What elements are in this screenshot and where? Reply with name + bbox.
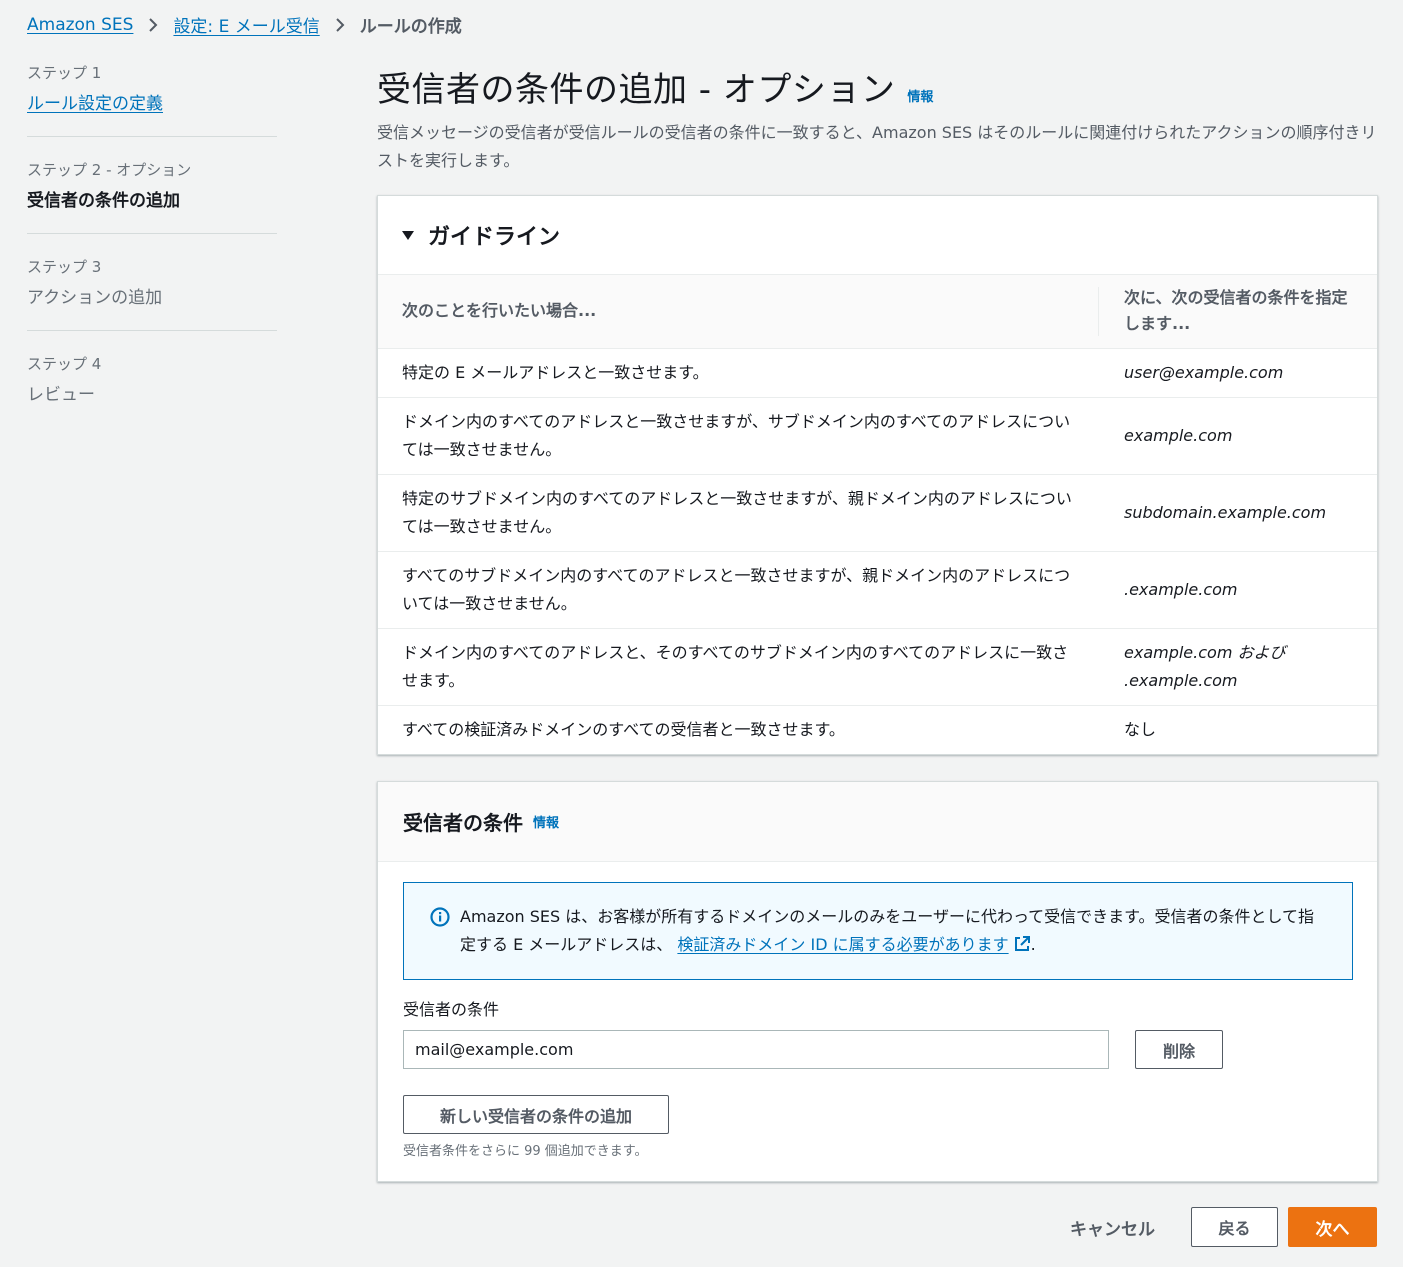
info-circle-icon	[430, 907, 450, 936]
recipient-condition-row: 削除	[403, 1030, 1352, 1069]
breadcrumb-amazon-ses[interactable]: Amazon SES	[27, 15, 133, 35]
info-alert: Amazon SES は、お客様が所有するドメインのメールのみをユーザーに代わっ…	[403, 882, 1353, 980]
info-link[interactable]: 情報	[533, 812, 559, 831]
step-current-label: 受信者の条件の追加	[27, 191, 180, 211]
column-header: 次のことを行いたい場合...	[378, 275, 1098, 349]
page-description: 受信メッセージの受信者が受信ルールの受信者の条件に一致すると、Amazon SE…	[377, 123, 1377, 170]
step-number: ステップ 4	[27, 355, 102, 373]
alert-link-text: 検証済みドメイン ID に属する必要があります	[677, 935, 1009, 954]
external-link-icon	[1013, 934, 1031, 962]
guidelines-panel: ガイドライン 次のことを行いたい場合... 次に、次の受信者の条件を指定します.…	[377, 195, 1378, 755]
table-row: ドメイン内のすべてのアドレスと、そのすべてのサブドメイン内のすべてのアドレスに一…	[378, 628, 1377, 706]
next-button[interactable]: 次へ	[1288, 1207, 1377, 1247]
chevron-right-icon	[147, 17, 159, 33]
table-row: ドメイン内のすべてのアドレスと一致させますが、サブドメイン内のすべてのアドレスに…	[378, 397, 1377, 475]
step-4: ステップ 4 レビュー	[27, 353, 277, 427]
recipient-conditions-header: 受信者の条件 情報	[378, 782, 1377, 862]
breadcrumb-current: ルールの作成	[359, 17, 462, 37]
alert-end: .	[1030, 935, 1036, 954]
caret-down-icon	[402, 230, 414, 240]
step-2: ステップ 2 - オプション 受信者の条件の追加	[27, 159, 277, 234]
table-cell: ドメイン内のすべてのアドレスと一致させますが、サブドメイン内のすべてのアドレスに…	[378, 397, 1098, 475]
wizard-steps: ステップ 1 ルール設定の定義 ステップ 2 - オプション 受信者の条件の追加…	[27, 62, 277, 449]
step-number: ステップ 3	[27, 258, 102, 276]
recipient-conditions-body: Amazon SES は、お客様が所有するドメインのメールのみをユーザーに代わっ…	[378, 862, 1377, 1159]
step-label: レビュー	[27, 385, 95, 405]
page-title: 受信者の条件の追加 - オプション	[377, 70, 896, 110]
table-row: すべての検証済みドメインのすべての受信者と一致させます。 なし	[378, 705, 1377, 754]
guidelines-table: 次のことを行いたい場合... 次に、次の受信者の条件を指定します... 特定の …	[378, 275, 1377, 754]
table-row: すべてのサブドメイン内のすべてのアドレスと一致させますが、親ドメイン内のアドレス…	[378, 551, 1377, 629]
table-row: 特定のサブドメイン内のすべてのアドレスと一致させますが、親ドメイン内のアドレスに…	[378, 474, 1377, 552]
step-link-define-rule[interactable]: ルール設定の定義	[27, 94, 163, 114]
step-3: ステップ 3 アクションの追加	[27, 256, 277, 331]
step-label: アクションの追加	[27, 288, 163, 308]
info-link[interactable]: 情報	[907, 86, 933, 105]
breadcrumb: Amazon SES 設定: E メール受信 ルールの作成	[27, 12, 462, 38]
breadcrumb-email-receiving[interactable]: 設定: E メール受信	[173, 12, 319, 37]
table-cell: example.com	[1098, 397, 1377, 475]
step-number: ステップ 2 - オプション	[27, 161, 192, 179]
step-1: ステップ 1 ルール設定の定義	[27, 62, 277, 137]
chevron-right-icon	[334, 17, 346, 33]
guidelines-title: ガイドライン	[428, 225, 561, 250]
guidelines-toggle[interactable]: ガイドライン	[378, 196, 1377, 275]
wizard-footer: キャンセル 戻る 次へ	[1070, 1207, 1377, 1247]
table-cell: 特定の E メールアドレスと一致させます。	[378, 348, 1098, 398]
recipient-conditions-title: 受信者の条件	[403, 811, 523, 835]
back-button[interactable]: 戻る	[1191, 1207, 1278, 1247]
table-row: 特定の E メールアドレスと一致させます。 user@example.com	[378, 348, 1377, 398]
recipient-condition-input[interactable]	[403, 1030, 1109, 1069]
cancel-button[interactable]: キャンセル	[1070, 1215, 1155, 1240]
add-recipient-condition-button[interactable]: 新しい受信者の条件の追加	[403, 1095, 669, 1134]
page-title-row: 受信者の条件の追加 - オプション 情報	[377, 62, 1377, 111]
delete-button[interactable]: 削除	[1135, 1030, 1223, 1069]
recipient-conditions-panel: 受信者の条件 情報 Amazon SES は、お客様が所有するドメインのメールの…	[377, 781, 1378, 1182]
table-cell: user@example.com	[1098, 348, 1377, 398]
table-cell: すべてのサブドメイン内のすべてのアドレスと一致させますが、親ドメイン内のアドレス…	[378, 551, 1098, 629]
table-cell: なし	[1124, 719, 1157, 739]
recipient-condition-hint: 受信者条件をさらに 99 個追加できます。	[403, 1144, 648, 1159]
table-cell: .example.com	[1098, 551, 1377, 629]
table-cell: example.com および .example.com	[1098, 628, 1377, 706]
table-cell: ドメイン内のすべてのアドレスと、そのすべてのサブドメイン内のすべてのアドレスに一…	[378, 628, 1098, 706]
step-number: ステップ 1	[27, 64, 102, 82]
table-cell: subdomain.example.com	[1098, 474, 1377, 552]
recipient-condition-label: 受信者の条件	[403, 1000, 500, 1019]
column-header: 次に、次の受信者の条件を指定します...	[1098, 275, 1377, 349]
page-header: 受信者の条件の追加 - オプション 情報 受信メッセージの受信者が受信ルールの受…	[377, 62, 1377, 175]
table-cell: すべての検証済みドメインのすべての受信者と一致させます。	[402, 719, 845, 739]
verified-domain-link[interactable]: 検証済みドメイン ID に属する必要があります	[677, 935, 1030, 954]
table-cell: 特定のサブドメイン内のすべてのアドレスと一致させますが、親ドメイン内のアドレスに…	[378, 474, 1098, 552]
